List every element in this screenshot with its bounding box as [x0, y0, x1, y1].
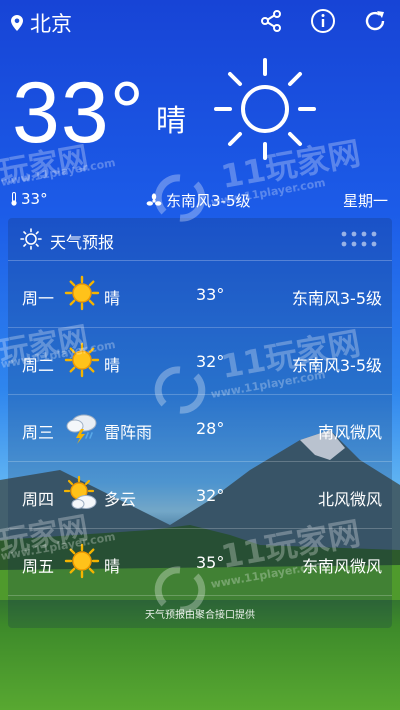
top-actions	[258, 8, 388, 34]
forecast-row[interactable]: 周四 多云 32° 北风微风	[8, 462, 392, 529]
forecast-temp: 28°	[196, 419, 225, 438]
forecast-day: 周四	[22, 490, 55, 509]
forecast-day: 周五	[22, 557, 55, 576]
sub-temp-value: 33°	[21, 190, 48, 208]
sun-icon	[64, 275, 100, 311]
weekday-label: 星期一	[342, 192, 388, 210]
refresh-icon[interactable]	[362, 8, 388, 34]
forecast-wind: 东南风3-5级	[291, 289, 382, 308]
forecast-wind: 东南风3-5级	[291, 356, 382, 375]
top-bar: 北京	[0, 0, 400, 44]
current-condition: 晴	[156, 104, 186, 139]
thunderstorm-icon	[66, 414, 97, 444]
forecast-day: 周一	[22, 289, 55, 308]
forecast-condition: 多云	[104, 490, 137, 509]
forecast-temp: 33°	[196, 285, 225, 304]
watermark-logo-icon	[154, 566, 206, 614]
city-name: 北京	[30, 12, 72, 36]
sun-small-icon	[20, 228, 42, 250]
city-selector[interactable]: 北京	[10, 8, 72, 38]
sun-icon	[64, 342, 100, 378]
forecast-temp: 32°	[196, 486, 225, 505]
forecast-condition: 晴	[104, 289, 121, 308]
forecast-condition: 雷阵雨	[104, 423, 153, 442]
forecast-day: 周三	[22, 423, 55, 442]
current-temp-detail: 33°	[10, 190, 48, 208]
info-icon[interactable]	[310, 8, 336, 34]
sun-outline-icon	[214, 58, 316, 160]
forecast-wind: 东南风微风	[301, 557, 382, 576]
forecast-condition: 晴	[104, 356, 121, 375]
forecast-wind: 南风微风	[317, 423, 382, 442]
current-temperature: 33°	[12, 65, 146, 161]
sun-icon	[64, 543, 100, 579]
forecast-condition: 晴	[104, 557, 121, 576]
forecast-wind: 北风微风	[317, 490, 382, 509]
more-dots-icon[interactable]	[338, 230, 380, 248]
watermark-logo-icon	[154, 174, 206, 222]
location-pin-icon	[11, 15, 23, 31]
watermark-logo-icon	[154, 366, 206, 414]
forecast-day: 周二	[22, 356, 55, 375]
forecast-row[interactable]: 周一 晴 33° 东南风3-5级	[8, 261, 392, 328]
forecast-title: 天气预报	[50, 233, 115, 252]
partly-cloudy-icon	[64, 476, 97, 509]
thermometer-icon	[11, 192, 17, 206]
share-icon[interactable]	[258, 8, 284, 34]
